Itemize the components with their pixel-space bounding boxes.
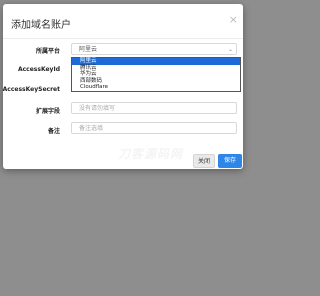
modal-title: 添加域名账户 <box>11 20 71 31</box>
accesskeyid-label: AccessKeyId <box>17 66 60 73</box>
add-domain-account-modal: 添加域名账户 × 所属平台 阿里云 ⌄ AccessKeyId AccessKe… <box>3 4 243 169</box>
watermark: 刀客源码网 <box>118 147 184 161</box>
platform-dropdown-list: 阿里云 腾讯云 华为云 西部数码 Cloudflare <box>71 57 241 92</box>
remark-placeholder: 备注选填 <box>79 125 104 132</box>
save-button[interactable]: 保存 <box>218 154 242 168</box>
extra-field-placeholder: 没有请勿填写 <box>79 105 116 112</box>
modal-header: 添加域名账户 × <box>3 4 243 39</box>
extra-field-input[interactable]: 没有请勿填写 <box>71 102 237 114</box>
dropdown-option-cloudflare[interactable]: Cloudflare <box>72 84 240 91</box>
remark-input[interactable]: 备注选填 <box>71 122 237 134</box>
platform-select-value: 阿里云 <box>79 46 98 53</box>
close-icon[interactable]: × <box>229 13 238 26</box>
chevron-down-icon: ⌄ <box>227 46 233 53</box>
platform-select[interactable]: 阿里云 ⌄ <box>71 43 237 55</box>
remark-label: 备注 <box>47 128 60 135</box>
extra-field-label: 扩展字段 <box>35 108 60 115</box>
accesskeysecret-label: AccessKeySecret <box>2 86 60 93</box>
platform-label: 所属平台 <box>35 48 60 55</box>
close-button[interactable]: 关闭 <box>193 154 215 168</box>
